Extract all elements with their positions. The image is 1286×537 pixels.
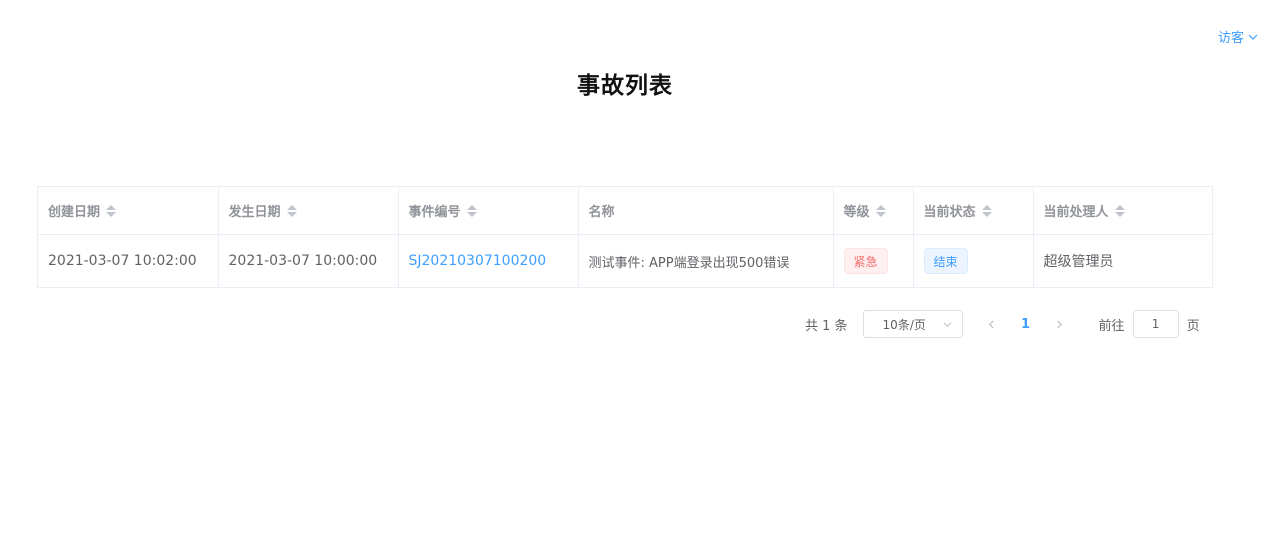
table-header-row: 创建日期 发生日期 事件编号 名称 等级 当前状态 当前处理人 bbox=[38, 187, 1214, 235]
cell-status: 结束 bbox=[913, 234, 1034, 287]
prev-page-button[interactable] bbox=[977, 310, 1007, 338]
status-badge: 结束 bbox=[923, 248, 968, 274]
pagination: 共 1 条 10条/页 1 前往 页 bbox=[805, 310, 1200, 338]
page-size-value: 10条/页 bbox=[882, 317, 926, 332]
chevron-right-icon bbox=[1057, 319, 1063, 329]
page-jump-input[interactable] bbox=[1132, 310, 1179, 338]
page-title: 事故列表 bbox=[577, 73, 673, 99]
cell-created: 2021-03-07 10:02:00 bbox=[38, 234, 219, 287]
cell-name: 测试事件: APP端登录出现500错误 bbox=[578, 234, 834, 287]
chevron-left-icon bbox=[988, 319, 994, 329]
column-header-name: 名称 bbox=[578, 187, 834, 235]
page-size-select[interactable]: 10条/页 bbox=[862, 310, 963, 338]
event-id-link[interactable]: SJ20210307100200 bbox=[409, 253, 547, 269]
column-label: 事件编号 bbox=[408, 205, 461, 220]
column-header-event-id[interactable]: 事件编号 bbox=[398, 187, 579, 235]
column-header-occurred[interactable]: 发生日期 bbox=[218, 187, 399, 235]
chevron-down-icon bbox=[943, 321, 952, 327]
sort-icon[interactable] bbox=[466, 204, 477, 217]
user-menu-label[interactable]: 访客 bbox=[1218, 27, 1244, 46]
column-label: 名称 bbox=[588, 205, 615, 220]
column-label: 当前处理人 bbox=[1043, 205, 1109, 220]
sort-icon[interactable] bbox=[106, 204, 117, 217]
cell-level: 紧急 bbox=[833, 234, 914, 287]
sort-icon[interactable] bbox=[875, 204, 886, 217]
cell-occurred: 2021-03-07 10:00:00 bbox=[218, 234, 399, 287]
jumper-unit: 页 bbox=[1186, 318, 1200, 334]
sort-icon[interactable] bbox=[286, 204, 297, 217]
level-badge: 紧急 bbox=[843, 248, 888, 274]
column-header-level[interactable]: 等级 bbox=[833, 187, 914, 235]
column-header-created[interactable]: 创建日期 bbox=[38, 187, 219, 235]
pagination-total: 共 1 条 bbox=[805, 318, 848, 334]
sort-icon[interactable] bbox=[1114, 204, 1125, 217]
cell-handler: 超级管理员 bbox=[1043, 254, 1114, 270]
user-menu[interactable]: 访客 bbox=[1218, 27, 1258, 46]
jumper-label: 前往 bbox=[1098, 318, 1125, 334]
page-number-current[interactable]: 1 bbox=[1011, 310, 1041, 338]
sort-icon[interactable] bbox=[981, 204, 992, 217]
chevron-down-icon bbox=[1248, 34, 1258, 40]
column-label: 等级 bbox=[843, 205, 870, 220]
column-header-status[interactable]: 当前状态 bbox=[913, 187, 1034, 235]
column-label: 当前状态 bbox=[923, 205, 976, 220]
next-page-button[interactable] bbox=[1045, 310, 1075, 338]
page: 访客 事故列表 创建日期 发生日期 事件编号 名称 等级 当前状态 当前处理人 … bbox=[0, 0, 1286, 537]
column-label: 创建日期 bbox=[48, 205, 101, 220]
incident-table: 创建日期 发生日期 事件编号 名称 等级 当前状态 当前处理人 2021-03-… bbox=[37, 186, 1214, 288]
column-header-handler[interactable]: 当前处理人 bbox=[1033, 187, 1214, 235]
cell-event-id: SJ20210307100200 bbox=[398, 234, 579, 287]
table-row[interactable]: 2021-03-07 10:02:00 2021-03-07 10:00:00 … bbox=[38, 234, 1214, 287]
column-label: 发生日期 bbox=[228, 205, 281, 220]
